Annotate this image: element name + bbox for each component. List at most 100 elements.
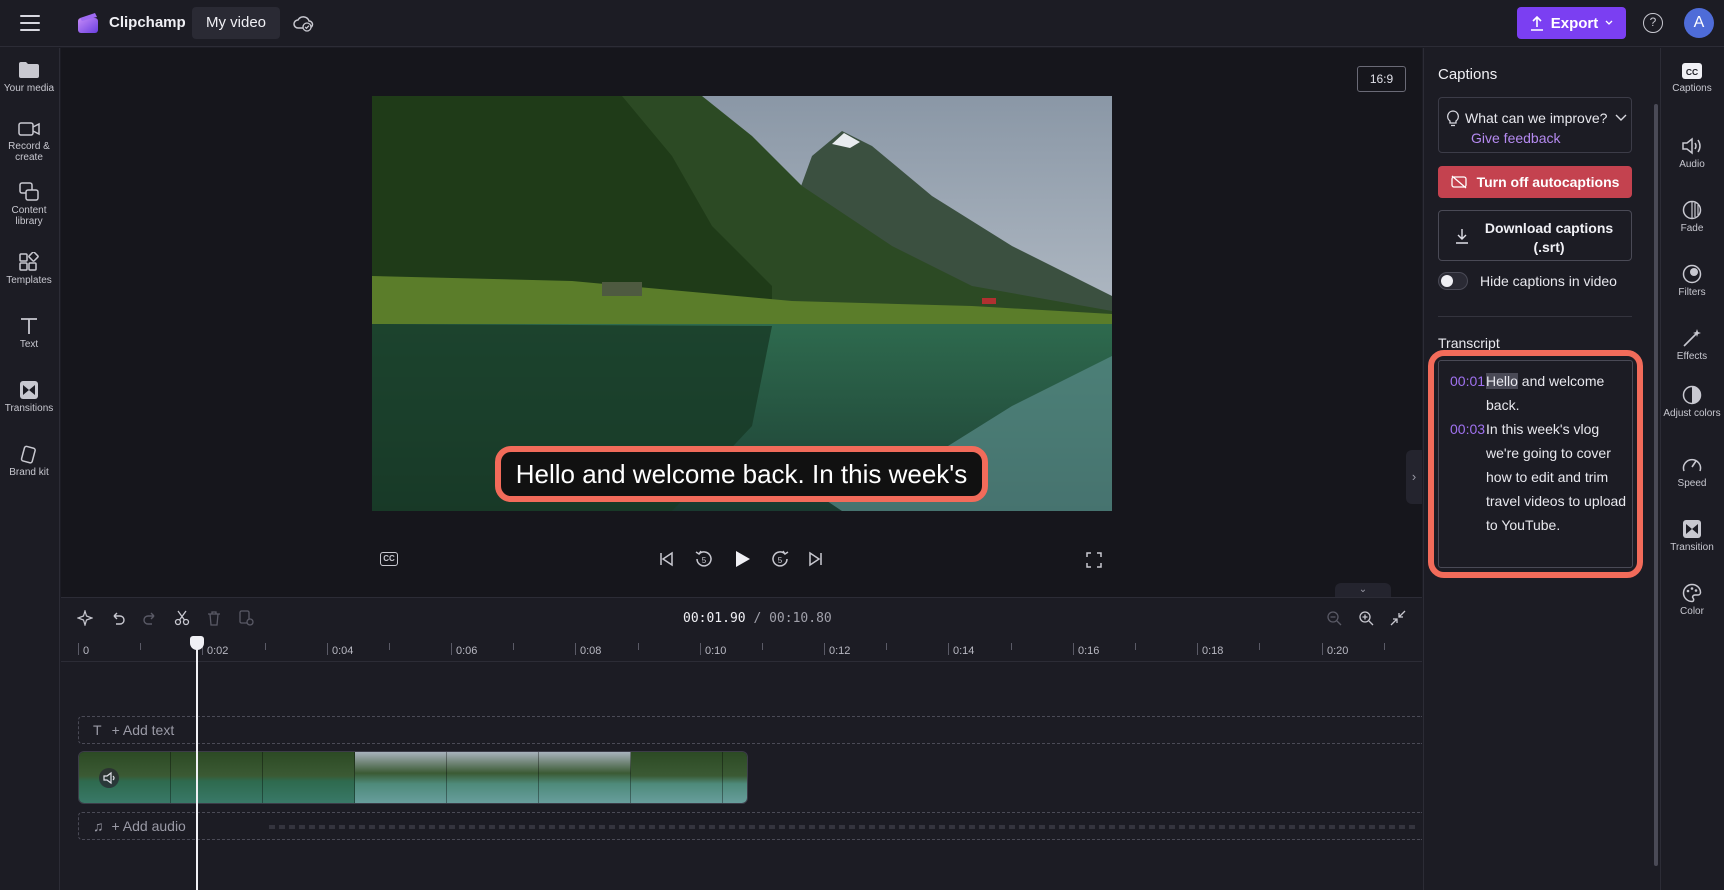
menu-icon[interactable]: [18, 13, 42, 33]
tab-label: Color: [1680, 606, 1704, 617]
tab-color[interactable]: Color: [1660, 583, 1724, 617]
clip-thumbnail: [171, 752, 263, 803]
clipchamp-logo-icon: [78, 13, 98, 33]
captions-off-icon: [1450, 175, 1467, 189]
brand-name: Clipchamp: [109, 14, 186, 31]
ruler-label: 0:18: [1202, 645, 1224, 657]
effects-icon: [1683, 329, 1701, 347]
zoom-in-icon[interactable]: [1358, 610, 1374, 626]
tab-adjust-colors[interactable]: Adjust colors: [1660, 385, 1724, 419]
avatar[interactable]: A: [1684, 8, 1714, 38]
panel-scrollbar[interactable]: [1654, 104, 1658, 866]
speed-icon: [1682, 458, 1702, 472]
segment-timestamp[interactable]: 00:01: [1450, 369, 1485, 393]
sidebar-item-transitions[interactable]: Transitions: [0, 380, 58, 414]
trash-icon[interactable]: [206, 610, 222, 626]
cloud-sync-icon[interactable]: [292, 12, 314, 34]
tab-label: Audio: [1679, 159, 1705, 170]
sidebar-item-record-create[interactable]: Record & create: [0, 120, 58, 163]
export-label: Export: [1550, 14, 1599, 32]
chevron-down-icon: [1605, 20, 1613, 25]
clip-thumbnail: [263, 752, 355, 803]
forward-5s-icon[interactable]: 5: [770, 549, 790, 569]
sidebar-label: Your media: [3, 83, 55, 94]
add-text-track[interactable]: T + Add text: [78, 716, 1422, 744]
skip-forward-icon[interactable]: [808, 551, 824, 567]
playhead-handle[interactable]: [190, 636, 204, 650]
segment-timestamp[interactable]: 00:03: [1450, 417, 1485, 441]
tab-label: Transition: [1670, 542, 1714, 553]
magic-icon[interactable]: [77, 610, 93, 626]
add-audio-label: + Add audio: [111, 818, 186, 834]
tab-fade[interactable]: Fade: [1660, 200, 1724, 234]
help-icon[interactable]: ?: [1643, 13, 1663, 33]
turn-off-autocaptions-button[interactable]: Turn off autocaptions: [1438, 166, 1632, 198]
ruler-label: 0:10: [705, 645, 727, 657]
tab-label: Effects: [1676, 351, 1708, 362]
svg-text:5: 5: [778, 556, 783, 565]
hide-captions-label: Hide captions in video: [1480, 273, 1617, 289]
fit-timeline-icon[interactable]: [1390, 610, 1406, 626]
filters-icon: [1682, 264, 1702, 284]
clip-audio-icon[interactable]: [99, 768, 119, 788]
tab-label: Captions: [1672, 83, 1712, 94]
undo-icon[interactable]: [110, 610, 126, 626]
zoom-out-icon[interactable]: [1326, 610, 1342, 626]
collapse-timeline-button[interactable]: ⌄: [1335, 583, 1391, 597]
hide-captions-toggle[interactable]: [1438, 272, 1468, 290]
sidebar-item-content-library[interactable]: Content library: [0, 182, 58, 227]
sidebar-item-templates[interactable]: Templates: [0, 252, 58, 286]
download-captions-button[interactable]: Download captions (.srt): [1438, 210, 1632, 261]
duplicate-icon[interactable]: [238, 610, 254, 626]
tab-speed[interactable]: Speed: [1660, 455, 1724, 489]
skip-back-icon[interactable]: [658, 551, 674, 567]
captions-toggle-icon[interactable]: CC: [380, 552, 398, 566]
rewind-5s-icon[interactable]: 5: [694, 549, 714, 569]
project-name[interactable]: My video: [192, 7, 281, 39]
tab-filters[interactable]: Filters: [1660, 264, 1724, 298]
toggle-knob: [1441, 275, 1453, 287]
play-icon[interactable]: [732, 549, 752, 569]
tab-transition[interactable]: Transition: [1660, 519, 1724, 553]
redo-icon[interactable]: [142, 610, 158, 626]
panel-title: Captions: [1438, 66, 1498, 83]
music-note-icon: ♫: [93, 818, 104, 834]
svg-text:5: 5: [702, 556, 707, 565]
fade-icon: [1682, 200, 1702, 220]
scissors-icon[interactable]: [174, 610, 190, 626]
video-clip[interactable]: [78, 751, 748, 804]
expand-right-panel-button[interactable]: ›: [1406, 450, 1422, 504]
ruler-label: 0:04: [332, 645, 354, 657]
export-button[interactable]: Export: [1517, 7, 1626, 39]
sidebar-label: Record & create: [8, 141, 50, 163]
divider: [1438, 316, 1632, 317]
sidebar-item-brand-kit[interactable]: Brand kit: [0, 444, 58, 478]
transcript-box[interactable]: 00:01 Hello and welcome back. 00:03 In t…: [1438, 360, 1633, 568]
give-feedback-link[interactable]: Give feedback: [1471, 130, 1561, 146]
clip-thumbnail: [447, 752, 539, 803]
brand-kit-icon: [20, 445, 36, 464]
playhead[interactable]: [196, 639, 198, 890]
clip-thumbnail: [539, 752, 631, 803]
speaker-icon: [1682, 137, 1701, 155]
add-audio-track[interactable]: ♫ + Add audio: [78, 812, 1422, 840]
sidebar-item-your-media[interactable]: Your media: [0, 60, 58, 94]
sidebar-label: Transitions: [4, 403, 54, 414]
camera-icon: [18, 122, 40, 136]
aspect-ratio-button[interactable]: 16:9: [1357, 66, 1406, 92]
feedback-box[interactable]: What can we improve? Give feedback: [1438, 97, 1632, 153]
segment-text[interactable]: Hello and welcome back.: [1486, 369, 1631, 417]
ruler-label: 0:16: [1078, 645, 1100, 657]
tab-label: Fade: [1680, 223, 1704, 234]
tab-captions[interactable]: CC Captions: [1660, 62, 1724, 94]
transitions-icon: [20, 381, 38, 399]
audio-waveform-placeholder: [269, 825, 1419, 829]
sidebar-item-text[interactable]: Text: [0, 316, 58, 350]
tab-audio[interactable]: Audio: [1660, 136, 1724, 170]
tab-label: Filters: [1678, 287, 1706, 298]
fullscreen-icon[interactable]: [1086, 552, 1102, 568]
tab-effects[interactable]: Effects: [1660, 328, 1724, 362]
chevron-down-icon[interactable]: [1615, 114, 1627, 122]
timeline-ruler[interactable]: 0 0:02 0:04 0:06 0:08 0:10 0:12 0:14 0:1…: [61, 638, 1422, 662]
caption-overlay[interactable]: Hello and welcome back. In this week's: [495, 446, 988, 502]
